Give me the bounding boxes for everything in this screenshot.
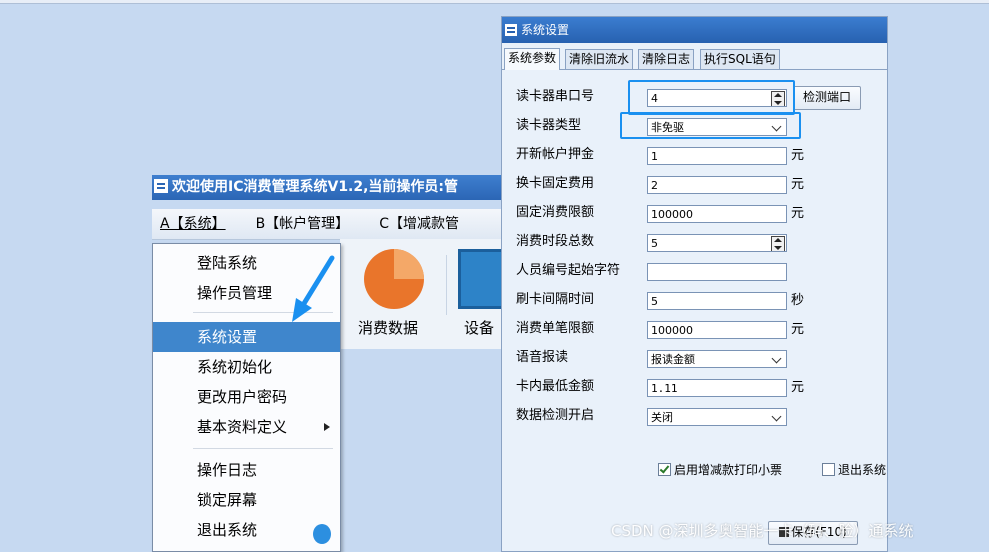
menu-account[interactable]: B【帐户管理】 [256,209,350,239]
dialog-app-icon [505,24,517,36]
unit-label: 元 [791,322,805,337]
menu-system[interactable]: A【系统】 [160,209,226,239]
device-icon[interactable] [458,249,504,309]
menu-adjust[interactable]: C【增减款管 [379,209,459,239]
menu-separator [193,448,333,449]
label-voice-readout: 语音报读 [516,350,569,365]
unit-label: 秒 [791,293,805,308]
menu-bar: A【系统】 B【帐户管理】 C【增减款管 [152,209,512,240]
swipe-interval-input[interactable]: 5 [647,292,787,310]
label-card-replace-fee: 换卡固定费用 [516,176,595,191]
menu-item-operator-manage[interactable]: 操作员管理 [153,278,340,308]
label-period-total: 消费时段总数 [516,234,595,249]
menu-item-login[interactable]: 登陆系统 [153,248,340,278]
toolbar-separator [446,255,447,315]
highlight-box-reader-type [620,112,801,139]
card-replace-fee-input[interactable]: 2 [647,176,787,194]
label-reader-type: 读卡器类型 [516,118,582,133]
highlight-box-serial-port [628,80,795,115]
label-swipe-interval: 刷卡间隔时间 [516,292,595,307]
dialog-titlebar: 系统设置 [502,17,887,43]
system-settings-dialog: 系统设置 系统参数 清除旧流水 清除日志 执行SQL语句 读卡器串口号 4 检测… [501,16,888,552]
chevron-down-icon [771,353,782,364]
menu-item-exit-system[interactable]: 退出系统 [153,515,340,545]
min-balance-input[interactable]: 1.11 [647,379,787,397]
main-window-title: 欢迎使用IC消费管理系统V1.2,当前操作员:管 [172,179,459,195]
menu-item-change-password[interactable]: 更改用户密码 [153,382,340,412]
menu-separator [193,312,333,313]
submenu-arrow-icon [324,423,330,431]
menu-item-operation-log[interactable]: 操作日志 [153,455,340,485]
unit-label: 元 [791,206,805,221]
single-limit-input[interactable]: 100000 [647,321,787,339]
tab-clear-old-records[interactable]: 清除旧流水 [565,49,634,69]
dialog-tabs: 系统参数 清除旧流水 清除日志 执行SQL语句 [502,48,887,70]
label-new-account-deposit: 开新帐户押金 [516,147,595,162]
label-fixed-consume-limit: 固定消费限额 [516,205,595,220]
unit-label: 元 [791,148,805,163]
watermark: CSDN @深圳多奥智能一卡（码、脸）通系统 [611,522,914,540]
data-detection-select[interactable]: 关闭 [647,408,787,426]
voice-readout-select[interactable]: 报读金额 [647,350,787,368]
menu-item-system-init[interactable]: 系统初始化 [153,352,340,382]
label-single-limit: 消费单笔限额 [516,321,595,336]
menu-item-basic-data[interactable]: 基本资料定义 [153,412,340,442]
tab-clear-logs[interactable]: 清除日志 [638,49,695,69]
main-window-titlebar: 欢迎使用IC消费管理系统V1.2,当前操作员:管 [152,175,512,200]
app-icon [154,179,168,193]
menu-item-system-settings[interactable]: 系统设置 [153,322,340,352]
new-account-deposit-input[interactable]: 1 [647,147,787,165]
toolbar-consume-data-label[interactable]: 消费数据 [358,317,418,338]
pie-chart-icon[interactable] [364,249,424,309]
tab-system-params[interactable]: 系统参数 [504,48,561,70]
id-prefix-input[interactable] [647,263,787,281]
main-toolbar: 消费数据 设备 [340,239,512,349]
label-data-detection: 数据检测开启 [516,408,595,423]
tab-execute-sql[interactable]: 执行SQL语句 [700,49,780,69]
checkbox-checked-icon [658,463,671,476]
dialog-title: 系统设置 [521,23,570,37]
detect-port-button[interactable]: 检测端口 [793,86,861,110]
spinner-icon[interactable] [771,236,785,251]
menu-item-lock-screen[interactable]: 锁定屏幕 [153,485,340,515]
exit-system-checkbox[interactable]: 退出系统 [822,463,886,477]
unit-label: 元 [791,177,805,192]
label-serial-port: 读卡器串口号 [516,89,595,104]
desktop-top-edge [0,0,989,4]
toolbar-device-label[interactable]: 设备 [464,317,494,338]
chevron-down-icon [771,411,782,422]
print-receipt-checkbox[interactable]: 启用增减款打印小票 [658,463,782,477]
unit-label: 元 [791,380,805,395]
checkbox-icon [822,463,835,476]
fixed-consume-limit-input[interactable]: 100000 [647,205,787,223]
period-total-stepper[interactable]: 5 [647,234,787,252]
label-id-prefix: 人员编号起始字符 [516,263,621,278]
mascot-icon [313,524,331,544]
label-min-balance: 卡内最低金额 [516,379,595,394]
system-dropdown-menu: 登陆系统 操作员管理 系统设置 系统初始化 更改用户密码 基本资料定义 操作日志… [152,243,341,552]
